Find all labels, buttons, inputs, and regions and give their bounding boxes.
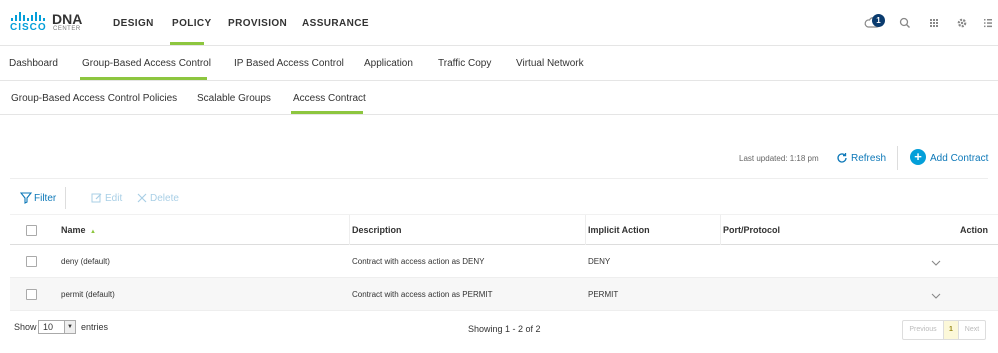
tab-virtual-network[interactable]: Virtual Network (516, 58, 584, 69)
sub-nav-active-indicator (80, 77, 207, 80)
tab-application[interactable]: Application (364, 58, 413, 69)
col-port-protocol-header[interactable]: Port/Protocol (723, 225, 780, 235)
row-implicit-action: PERMIT (588, 290, 619, 299)
plus-circle-icon: + (910, 149, 926, 165)
row-implicit-action: DENY (588, 257, 611, 266)
row-name: permit (default) (61, 290, 115, 299)
col-name-header[interactable]: Name ▲ (61, 225, 96, 235)
select-arrow-icon: ▼ (64, 321, 75, 333)
tab-traffic-copy[interactable]: Traffic Copy (438, 58, 491, 69)
filter-label: Filter (34, 193, 57, 204)
col-description-header[interactable]: Description (352, 225, 402, 235)
pagination-summary: Showing 1 - 2 of 2 (468, 324, 541, 334)
delete-label: Delete (150, 193, 179, 204)
list-icon[interactable] (979, 14, 997, 32)
column-divider (720, 215, 721, 246)
refresh-icon (837, 153, 847, 163)
col-implicit-action-header[interactable]: Implicit Action (588, 225, 650, 235)
gear-icon[interactable] (953, 14, 971, 32)
page-size-select[interactable]: 10 ▼ (38, 320, 76, 334)
edit-label: Edit (105, 193, 123, 204)
tab-group-based-access-control[interactable]: Group-Based Access Control (82, 58, 211, 69)
section-tab-active-indicator (291, 111, 363, 114)
nav-assurance[interactable]: ASSURANCE (302, 18, 369, 29)
action-bar-divider (65, 187, 66, 209)
top-header: CISCO DNA CENTER DESIGN POLICY PROVISION… (0, 0, 998, 46)
tab-access-contract[interactable]: Access Contract (293, 93, 366, 104)
close-icon (137, 193, 147, 203)
toolbar-divider (897, 146, 898, 170)
previous-page-button[interactable]: Previous (903, 321, 943, 339)
refresh-label: Refresh (851, 153, 887, 164)
nav-policy[interactable]: POLICY (172, 18, 212, 29)
brand-name: DNA (52, 11, 83, 27)
col-name-label: Name (61, 225, 86, 235)
policy-sub-nav: Dashboard Group-Based Access Control IP … (0, 47, 998, 81)
table-row[interactable]: deny (default) Contract with access acti… (10, 245, 998, 278)
table-header: Name ▲ Description Implicit Action Port/… (10, 214, 998, 246)
current-page-button[interactable]: 1 (943, 321, 959, 339)
select-all-checkbox[interactable] (26, 225, 37, 236)
tab-dashboard[interactable]: Dashboard (9, 58, 58, 69)
last-updated-text: Last updated: 1:18 pm (739, 154, 819, 163)
chevron-down-icon[interactable] (931, 257, 941, 267)
search-icon[interactable] (896, 14, 914, 32)
edit-icon (91, 193, 102, 203)
row-description: Contract with access action as DENY (352, 257, 485, 266)
table-row[interactable]: permit (default) Contract with access ac… (10, 278, 998, 311)
tab-scalable-groups[interactable]: Scalable Groups (197, 93, 271, 104)
section-tabs: Group-Based Access Control Policies Scal… (0, 82, 998, 115)
row-checkbox[interactable] (26, 289, 37, 300)
brand-vendor: CISCO (10, 22, 47, 33)
next-page-button[interactable]: Next (959, 321, 985, 339)
column-divider (585, 215, 586, 246)
nav-provision[interactable]: PROVISION (228, 18, 287, 29)
col-action-header: Action (960, 225, 988, 235)
nav-active-indicator (170, 42, 204, 45)
notification-badge[interactable]: 1 (872, 14, 885, 27)
page-size-value: 10 (43, 322, 54, 332)
chevron-down-icon[interactable] (931, 290, 941, 300)
entries-label: entries (81, 322, 109, 332)
row-description: Contract with access action as PERMIT (352, 290, 493, 299)
row-checkbox[interactable] (26, 256, 37, 267)
brand-sub: CENTER (53, 26, 81, 32)
pagination: Previous 1 Next (902, 320, 986, 340)
tab-gbac-policies[interactable]: Group-Based Access Control Policies (11, 93, 177, 104)
tab-ip-based-access-control[interactable]: IP Based Access Control (234, 58, 344, 69)
column-divider (349, 215, 350, 246)
row-name: deny (default) (61, 257, 110, 266)
cisco-dna-center-logo[interactable]: CISCO DNA CENTER (10, 11, 85, 36)
filter-icon (20, 192, 32, 204)
table-footer: Show 10 ▼ entries Showing 1 - 2 of 2 Pre… (0, 316, 998, 353)
nav-design[interactable]: DESIGN (113, 18, 154, 29)
add-contract-label: Add Contract (930, 153, 989, 164)
cisco-bars-icon (11, 12, 49, 21)
sort-asc-icon: ▲ (90, 229, 96, 235)
table-action-bar: Filter Edit Delete (10, 178, 988, 214)
show-label: Show (14, 322, 37, 332)
apps-grid-icon[interactable] (925, 14, 943, 32)
